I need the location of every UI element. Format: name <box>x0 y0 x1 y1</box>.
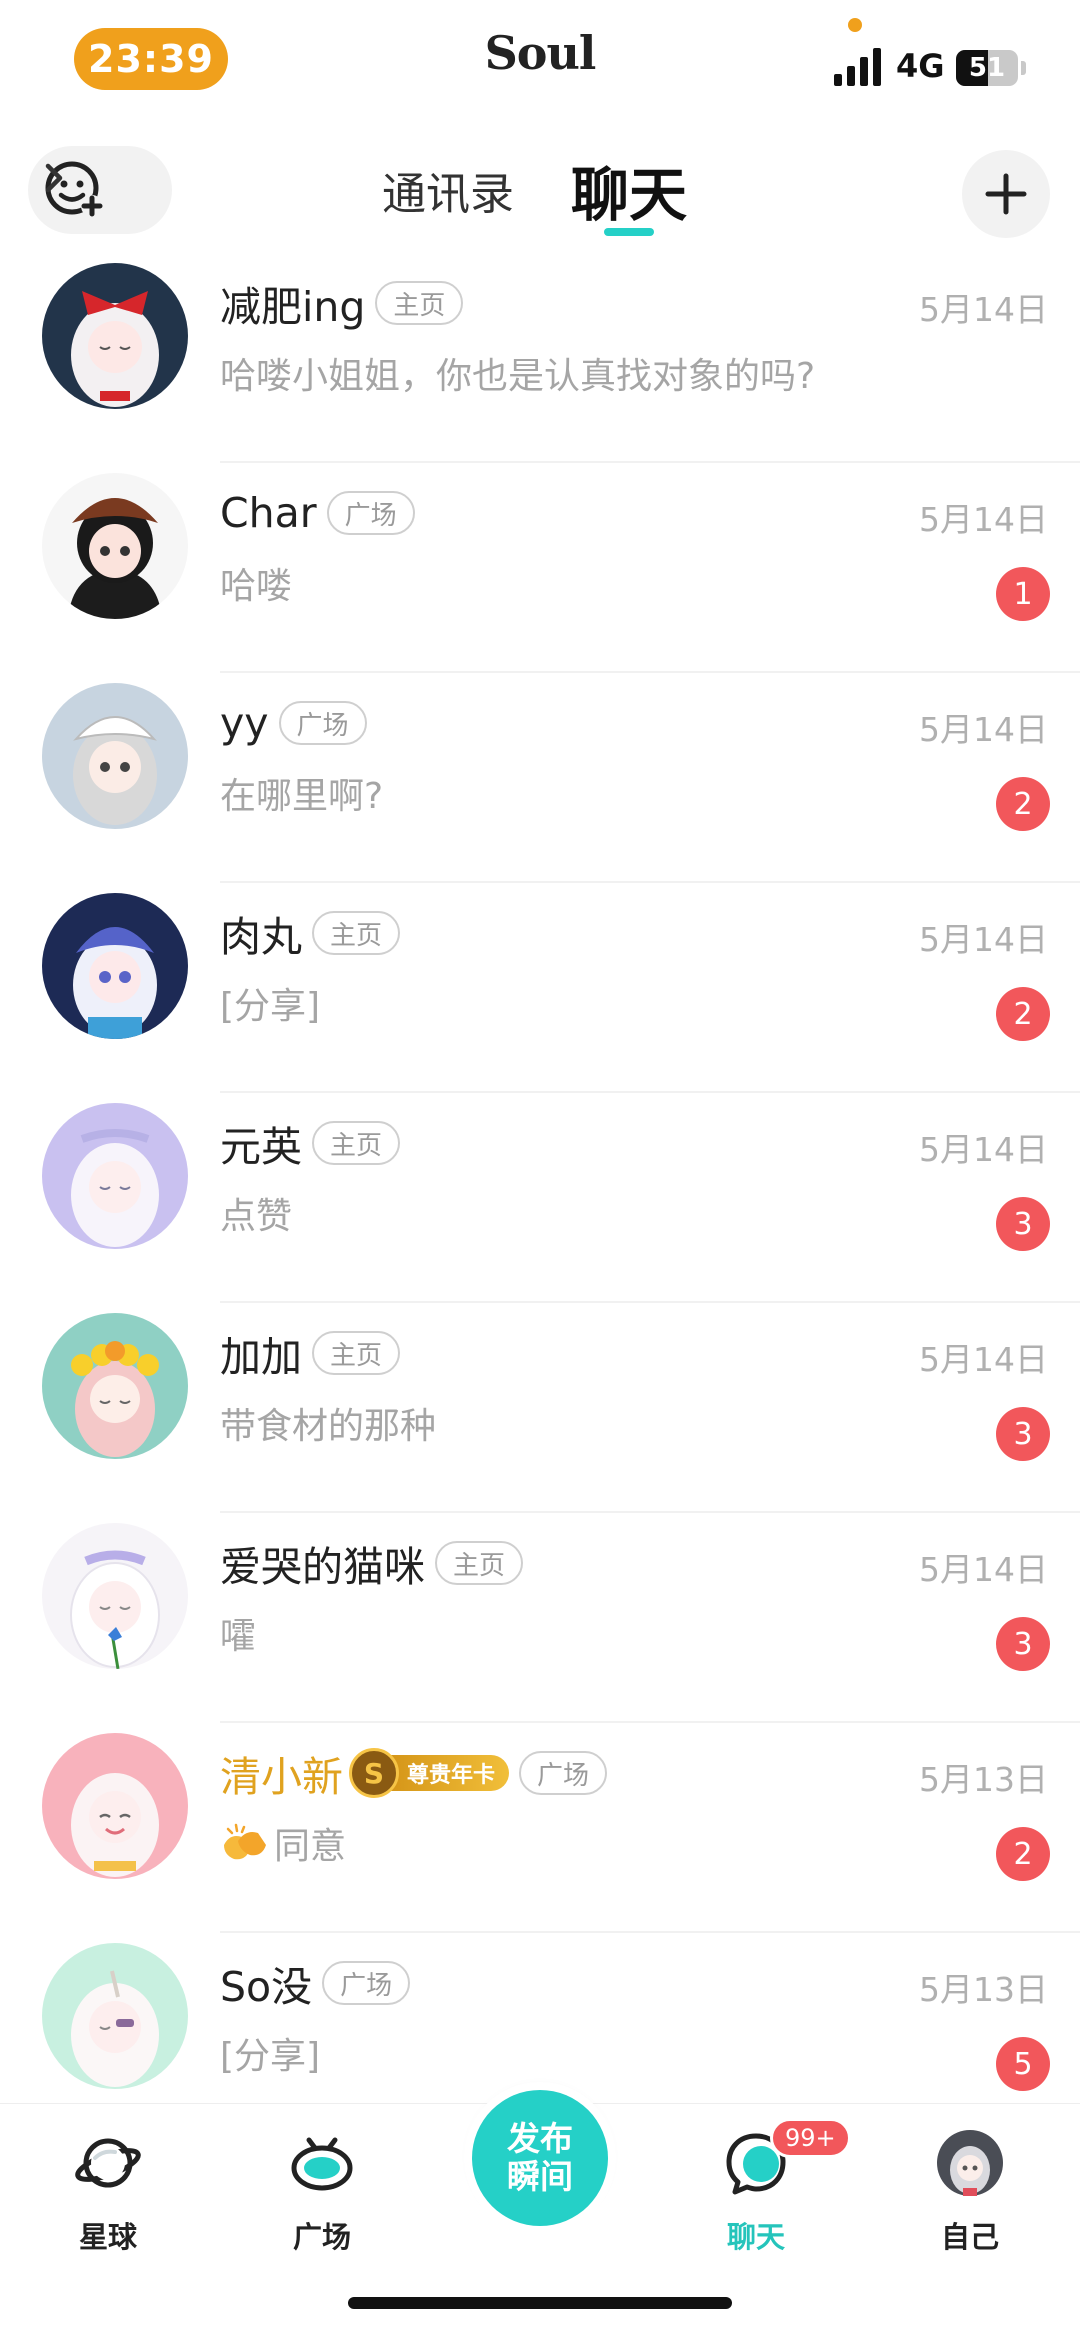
nav-chat[interactable]: 99+ 聊天 <box>686 2118 851 2268</box>
battery-tip <box>1021 61 1026 75</box>
avatar[interactable] <box>42 893 188 1039</box>
unread-badge: 2 <box>996 777 1050 831</box>
chat-date: 5月14日 <box>919 1550 1048 1589</box>
unread-badge: 5 <box>996 2037 1050 2091</box>
vip-badge: S 尊贵年卡 <box>349 1748 510 1798</box>
nav-label: 聊天 <box>726 2220 785 2254</box>
privacy-indicator-dot <box>848 18 862 32</box>
unread-badge: 2 <box>996 987 1050 1041</box>
source-tag: 广场 <box>278 701 367 745</box>
add-friend-button[interactable] <box>28 146 172 234</box>
chevron-right-icon <box>45 163 63 193</box>
chat-date: 5月14日 <box>919 710 1048 749</box>
chat-preview: 哈喽小姐姐，你也是认真找对象的吗? <box>220 356 816 397</box>
unread-badge: 3 <box>996 1617 1050 1671</box>
avatar[interactable] <box>42 1313 188 1459</box>
chat-date: 5月14日 <box>919 1130 1048 1169</box>
add-button[interactable] <box>962 150 1050 238</box>
tab-contacts[interactable]: 通讯录 <box>370 130 526 250</box>
avatar[interactable] <box>42 473 188 619</box>
source-tag: 主页 <box>435 1541 524 1585</box>
nav-label: 自己 <box>940 2220 999 2254</box>
battery-icon: 51 <box>956 50 1018 86</box>
square-icon <box>291 2137 353 2191</box>
chat-row[interactable]: 加加 主页 5月14日 带食材的那种 3 <box>0 1303 1080 1513</box>
chat-date: 5月14日 <box>919 920 1048 959</box>
chat-date: 5月13日 <box>919 1760 1048 1799</box>
unread-badge: 3 <box>996 1407 1050 1461</box>
chat-row[interactable]: Char 广场 5月14日 哈喽 1 <box>0 463 1080 673</box>
avatar[interactable] <box>42 1943 188 2089</box>
battery-level: 51 <box>968 53 1006 83</box>
chat-row[interactable]: yy 广场 5月14日 在哪里啊? 2 <box>0 673 1080 883</box>
chat-row[interactable]: 清小新 S 尊贵年卡 广场 5月13日 同意 2 <box>0 1723 1080 1933</box>
status-bar: 23:39 Soul 4G 51 <box>0 0 1080 130</box>
chat-name: Char <box>220 489 317 537</box>
unread-badge: 2 <box>996 1827 1050 1881</box>
unread-badge: 3 <box>996 1197 1050 1251</box>
chat-name: 加加 <box>220 1333 302 1381</box>
nav-me[interactable]: 自己 <box>900 2118 1040 2268</box>
chat-row[interactable]: 爱哭的猫咪 主页 5月14日 嚯 3 <box>0 1513 1080 1723</box>
nav-label: 星球 <box>78 2220 137 2254</box>
chat-name: 爱哭的猫咪 <box>220 1543 425 1591</box>
chat-date: 5月14日 <box>919 290 1048 329</box>
publish-label: 发布瞬间 <box>507 2119 573 2196</box>
chat-name: 减肥ing <box>220 283 366 331</box>
source-tag: 广场 <box>322 1961 411 2005</box>
chat-row[interactable]: So没 广场 5月13日 [分享] 5 <box>0 1933 1080 2103</box>
nav-planet[interactable]: 星球 <box>38 2118 178 2268</box>
source-tag: 广场 <box>519 1751 608 1795</box>
source-tag: 主页 <box>312 911 401 955</box>
nav-label: 广场 <box>292 2220 351 2254</box>
clapping-hands-icon <box>224 1823 266 1860</box>
unread-count-badge: 99+ <box>770 2118 851 2158</box>
chat-date: 5月14日 <box>919 1340 1048 1379</box>
chat-name: yy <box>220 699 269 747</box>
chat-name: So没 <box>220 1963 313 2011</box>
source-tag: 主页 <box>375 281 464 325</box>
plus-icon <box>985 173 1027 215</box>
chat-header: 通讯录 聊天 <box>0 130 1080 250</box>
chat-preview: 带食材的那种 <box>220 1406 437 1447</box>
unread-badge: 1 <box>996 567 1050 621</box>
avatar <box>937 2130 1003 2196</box>
chat-date: 5月14日 <box>919 500 1048 539</box>
chat-preview: [分享] <box>220 986 321 1027</box>
chat-row[interactable]: 减肥ing 主页 5月14日 哈喽小姐姐，你也是认真找对象的吗? <box>0 253 1080 463</box>
avatar[interactable] <box>42 263 188 409</box>
source-tag: 主页 <box>312 1331 401 1375</box>
home-indicator <box>348 2297 732 2309</box>
chat-date: 5月13日 <box>919 1970 1048 2009</box>
signal-icon <box>834 48 881 86</box>
chat-preview: 同意 <box>274 1826 347 1867</box>
source-tag: 主页 <box>312 1121 401 1165</box>
avatar[interactable] <box>42 683 188 829</box>
chat-preview: 点赞 <box>220 1196 293 1237</box>
avatar[interactable] <box>42 1103 188 1249</box>
publish-button[interactable]: 发布瞬间 <box>472 2090 608 2226</box>
chat-row[interactable]: 元英 主页 5月14日 点赞 3 <box>0 1093 1080 1303</box>
vip-label: 尊贵年卡 <box>385 1755 510 1791</box>
chat-preview: 在哪里啊? <box>220 776 384 817</box>
avatar[interactable] <box>42 1733 188 1879</box>
nav-square[interactable]: 广场 <box>252 2118 392 2268</box>
active-tab-indicator <box>604 228 654 236</box>
chat-name: 清小新 <box>220 1753 343 1801</box>
avatar[interactable] <box>42 1523 188 1669</box>
vip-crown-icon: S <box>349 1748 399 1798</box>
chat-name: 肉丸 <box>220 913 302 961</box>
network-type: 4G <box>896 47 945 85</box>
chat-preview: 哈喽 <box>220 566 293 607</box>
planet-icon <box>75 2138 141 2188</box>
chat-preview: 嚯 <box>220 1616 257 1657</box>
chat-row[interactable]: 肉丸 主页 5月14日 [分享] 2 <box>0 883 1080 1093</box>
chat-list[interactable]: 减肥ing 主页 5月14日 哈喽小姐姐，你也是认真找对象的吗? Char 广场 <box>0 253 1080 2103</box>
chat-name: 元英 <box>220 1123 302 1171</box>
chat-preview: [分享] <box>220 2036 321 2077</box>
source-tag: 广场 <box>326 491 415 535</box>
